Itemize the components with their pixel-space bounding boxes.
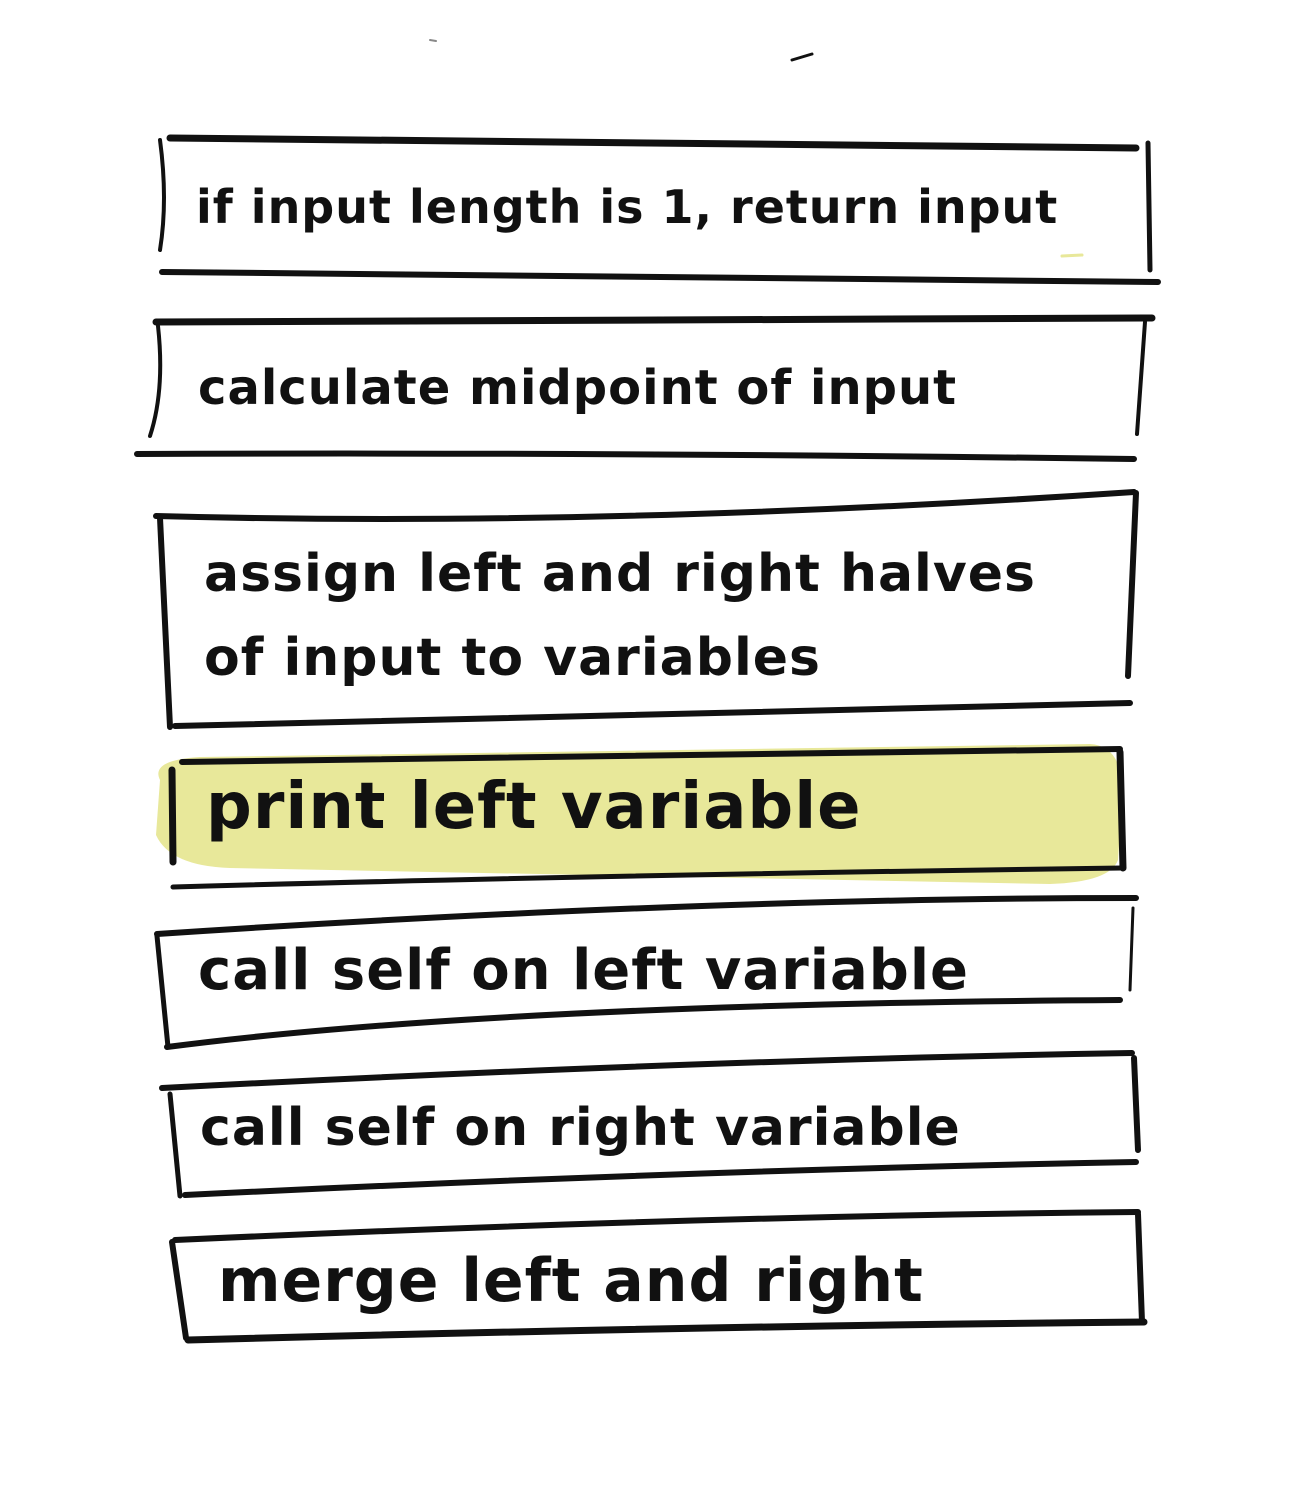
stray-mark [429, 39, 437, 42]
step-2-text: calculate midpoint of input [198, 360, 958, 416]
step-3-text: assign left and right halves of input to… [204, 544, 1036, 688]
step-4-text: print left variable [206, 770, 862, 844]
diagram-canvas: if input length is 1, return input calcu… [0, 0, 1296, 1486]
step-7-text: merge left and right [218, 1246, 924, 1316]
stray-mark [1060, 253, 1084, 258]
step-5-text: call self on left variable [198, 938, 970, 1003]
stray-mark [790, 52, 814, 62]
step-6-text: call self on right variable [200, 1098, 961, 1158]
step-1-text: if input length is 1, return input [196, 180, 1059, 234]
